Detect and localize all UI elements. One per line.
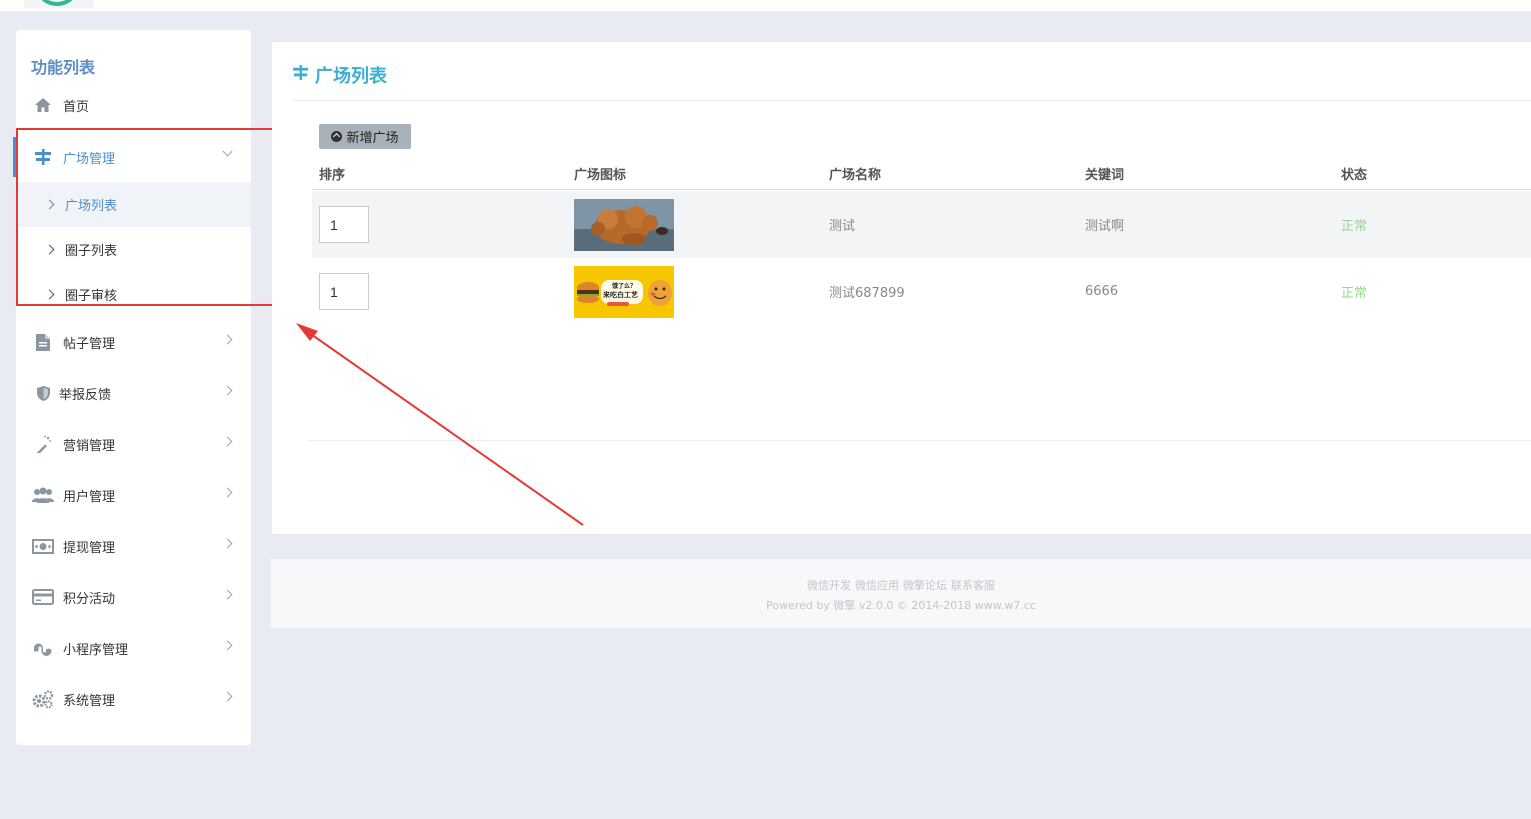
plus-circle-icon [331, 131, 343, 142]
sort-cell [319, 258, 369, 325]
footer-link[interactable]: 微信应用 [855, 579, 899, 592]
sidebar-item-users[interactable]: 用户管理 [16, 475, 251, 515]
table-row: 测试 测试啊 正常 [312, 191, 1531, 258]
chevron-right-icon [44, 199, 55, 210]
keyword-cell: 6666 [1085, 284, 1119, 299]
sidebar-subitem-circle-list[interactable]: 圈子列表 [16, 227, 251, 272]
thumbnail-text: 来吃白工艺 [603, 290, 638, 299]
sort-cell [319, 191, 369, 258]
sidebar-item-home[interactable]: 首页 [16, 85, 251, 125]
chevron-right-icon [222, 334, 233, 345]
sidebar-item-label: 广场管理 [63, 151, 116, 167]
sidebar-item-posts[interactable]: 帖子管理 [16, 322, 251, 362]
table-row: 饿了么？ 来吃白工艺 测试687899 6666 正常 [312, 258, 1531, 325]
main-panel: 广场列表 新增广场 排序 广场图标 广场名称 关键词 状态 1 测试 测试啊 正… [272, 42, 1531, 534]
stumbleupon-icon [32, 638, 54, 658]
sidebar-item-label: 营销管理 [63, 438, 116, 454]
add-square-button[interactable]: 新增广场 [319, 124, 411, 149]
status-badge: 正常 [1341, 219, 1368, 234]
sidebar-item-miniprogram[interactable]: 小程序管理 [16, 628, 251, 668]
gears-icon [32, 689, 54, 709]
square-thumbnail-burger-cartoon: 饿了么？ 来吃白工艺 [574, 265, 674, 318]
document-icon [32, 332, 54, 352]
sidebar-item-label: 系统管理 [63, 693, 116, 709]
add-square-button-label: 新增广场 [346, 131, 399, 146]
chevron-right-icon [222, 640, 233, 651]
column-header-sort: 排序 [319, 168, 346, 183]
footer-links: 微信开发 微信应用 微擎论坛 联系客服 [271, 577, 1531, 593]
sidebar-title: 功能列表 [31, 58, 96, 77]
chevron-right-icon [222, 691, 233, 702]
icon-cell [574, 191, 674, 258]
sidebar-item-withdrawal[interactable]: 提现管理 [16, 526, 251, 566]
sidebar-item-label: 积分活动 [63, 591, 116, 607]
home-icon [32, 95, 54, 115]
signpost-icon [292, 64, 309, 86]
magic-wand-icon [32, 434, 54, 454]
square-thumbnail-dog-photo [574, 198, 674, 251]
chevron-right-icon [222, 487, 233, 498]
sort-input[interactable] [319, 206, 369, 243]
sidebar-subitem-label: 圈子列表 [65, 244, 118, 259]
chevron-right-icon [222, 538, 233, 549]
footer-link[interactable]: 联系客服 [951, 579, 995, 592]
sidebar-subitem-label: 圈子审核 [65, 289, 118, 304]
divider [292, 100, 1531, 101]
money-icon [32, 536, 54, 556]
column-header-status: 状态 [1341, 168, 1368, 183]
users-icon [32, 485, 54, 505]
divider [308, 440, 1531, 441]
chevron-right-icon [44, 289, 55, 300]
status-badge: 正常 [1341, 286, 1368, 301]
top-bar [0, 0, 1531, 11]
footer: 微信开发 微信应用 微擎论坛 联系客服 Powered by 微擎 v2.0.0 © … [271, 559, 1531, 628]
icon-cell: 饿了么？ 来吃白工艺 [574, 258, 674, 325]
credit-card-icon [32, 587, 54, 607]
table-header: 排序 广场图标 广场名称 关键词 状态 [312, 158, 1531, 190]
sidebar: 功能列表 首页 广场管理 广场列表 圈子列表 圈子审核 帖子管理 举报反馈 营销… [13, 30, 251, 745]
sidebar-item-label: 提现管理 [63, 540, 116, 556]
logo[interactable] [24, 0, 94, 8]
sidebar-item-points[interactable]: 积分活动 [16, 577, 251, 617]
sort-input[interactable] [319, 273, 369, 310]
chevron-right-icon [222, 385, 233, 396]
name-cell: 测试687899 [829, 286, 905, 301]
footer-copyright: Powered by 微擎 v2.0.0 © 2014-2018 www.w7.… [766, 599, 1036, 612]
chevron-right-icon [44, 244, 55, 255]
chevron-down-icon [222, 146, 233, 157]
page-title: 广场列表 [292, 62, 387, 88]
sidebar-subitem-circle-review[interactable]: 圈子审核 [16, 272, 251, 317]
thumbnail-text: 饿了么？ [612, 282, 637, 290]
sidebar-subitem-label: 广场列表 [65, 199, 118, 214]
page-title-text: 广场列表 [315, 66, 387, 87]
name-cell: 测试 [829, 219, 856, 234]
footer-link[interactable]: 微信开发 [807, 579, 851, 592]
sidebar-item-label: 帖子管理 [63, 336, 116, 352]
column-header-keyword: 关键词 [1085, 168, 1125, 183]
chevron-right-icon [222, 589, 233, 600]
footer-link[interactable]: 微擎论坛 [903, 579, 947, 592]
keyword-cell: 测试啊 [1085, 219, 1125, 234]
sidebar-item-label: 小程序管理 [63, 642, 129, 658]
sidebar-item-system[interactable]: 系统管理 [16, 679, 251, 719]
signpost-icon [32, 147, 54, 167]
sidebar-item-label: 用户管理 [63, 489, 116, 505]
sidebar-subitem-square-list[interactable]: 广场列表 [16, 182, 251, 227]
sidebar-item-marketing[interactable]: 营销管理 [16, 424, 251, 464]
sidebar-item-label: 首页 [63, 99, 90, 115]
sidebar-item-square-management[interactable]: 广场管理 [13, 137, 251, 177]
chevron-right-icon [222, 436, 233, 447]
sidebar-item-label: 举报反馈 [59, 387, 112, 403]
column-header-name: 广场名称 [829, 168, 882, 183]
column-header-icon: 广场图标 [574, 168, 627, 183]
shield-icon [32, 383, 54, 403]
sidebar-item-reports[interactable]: 举报反馈 [16, 373, 251, 413]
